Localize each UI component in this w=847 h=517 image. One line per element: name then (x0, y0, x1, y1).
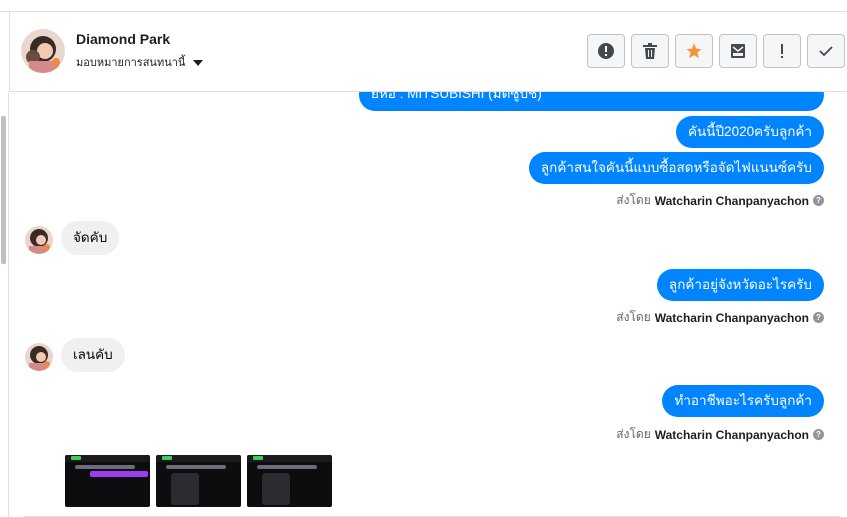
contact-name[interactable]: Diamond Park (76, 31, 170, 47)
follow-up-button[interactable] (763, 34, 801, 68)
scrollbar-thumb[interactable] (1, 116, 6, 264)
assign-label: มอบหมายการสนทนานี้ (76, 57, 186, 69)
contact-avatar-small (25, 343, 53, 371)
message-thread[interactable]: ยี่ห้อ : MITSUBISHI (มิตซูบิชิ) คันนี้ปี… (9, 92, 847, 517)
spam-button[interactable] (587, 34, 625, 68)
top-strip (0, 0, 847, 12)
sent-by-prefix: ส่งโดย (616, 193, 651, 207)
delete-button[interactable] (631, 34, 669, 68)
image-attachments (65, 455, 332, 507)
action-toolbar (587, 34, 845, 68)
conversation-header: Diamond Park มอบหมายการสนทนานี้ (9, 12, 847, 92)
sent-by-agent: Watcharin Chanpanyachon (654, 310, 809, 325)
trash-icon (643, 43, 657, 59)
star-button[interactable] (675, 34, 713, 68)
image-attachment[interactable] (65, 455, 150, 507)
contact-avatar-small (25, 226, 53, 254)
help-icon[interactable]: ? (813, 312, 824, 323)
sent-by-label: ส่งโดย Watcharin Chanpanyachon ? (616, 308, 824, 327)
incoming-message[interactable]: เลนคับ (61, 338, 125, 372)
incoming-message[interactable]: จัดคับ (61, 221, 120, 255)
contact-avatar[interactable] (21, 29, 65, 73)
assign-conversation-dropdown[interactable]: มอบหมายการสนทนานี้ (76, 53, 204, 71)
check-icon (819, 46, 833, 57)
caret-down-icon (193, 59, 204, 66)
help-icon[interactable]: ? (813, 195, 824, 206)
sent-by-agent: Watcharin Chanpanyachon (654, 427, 809, 442)
help-icon[interactable]: ? (813, 429, 824, 440)
mail-archive-icon (731, 44, 745, 58)
outgoing-message[interactable]: คันนี้ปี2020ครับลูกค้า (676, 116, 824, 148)
outgoing-message[interactable]: ลูกค้าสนใจคันนี้แบบซื้อสดหรือจัดไฟแนนซ์ค… (528, 152, 824, 184)
left-scrollbar[interactable] (0, 92, 9, 517)
sent-by-label: ส่งโดย Watcharin Chanpanyachon ? (616, 191, 824, 210)
outgoing-message[interactable]: ทำอาชีพอะไรครับลูกค้า (662, 385, 824, 417)
outgoing-message[interactable]: ยี่ห้อ : MITSUBISHI (มิตซูบิชิ) (359, 92, 824, 111)
sent-by-agent: Watcharin Chanpanyachon (654, 193, 809, 208)
star-icon (686, 43, 702, 59)
exclamation-icon (781, 44, 783, 58)
image-attachment[interactable] (156, 455, 241, 507)
alert-circle-icon (598, 43, 614, 59)
sent-by-prefix: ส่งโดย (616, 310, 651, 324)
done-button[interactable] (807, 34, 845, 68)
outgoing-message[interactable]: ลูกค้าอยู่จังหวัดอะไรครับ (656, 269, 824, 301)
image-attachment[interactable] (247, 455, 332, 507)
sent-by-label: ส่งโดย Watcharin Chanpanyachon ? (616, 425, 824, 444)
archive-button[interactable] (719, 34, 757, 68)
sent-by-prefix: ส่งโดย (616, 427, 651, 441)
